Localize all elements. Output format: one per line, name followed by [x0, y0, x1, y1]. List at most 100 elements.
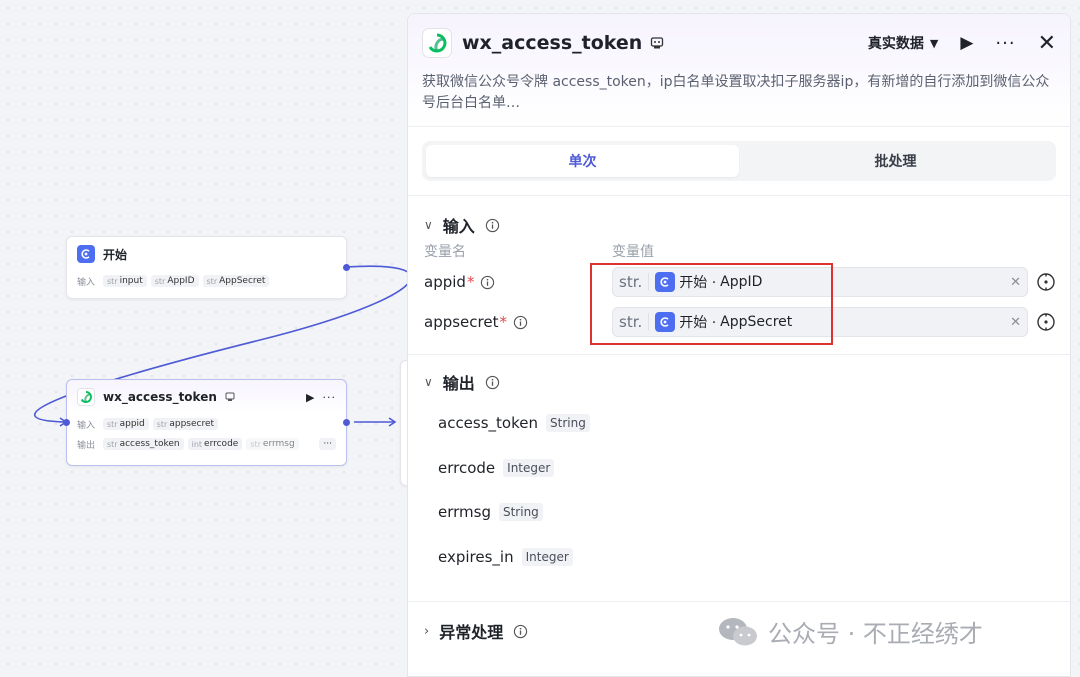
wechat-icon — [422, 28, 452, 58]
more-icon[interactable]: ··· — [995, 33, 1015, 54]
param-chip: str access_token — [103, 438, 184, 450]
start-node-icon — [655, 312, 676, 332]
exception-section-title: 异常处理 — [439, 623, 504, 642]
output-field-type: String — [498, 503, 543, 522]
start-node-header: 开始 — [67, 237, 346, 271]
panel-title: wx_access_token — [462, 32, 643, 54]
panel-top: wx_access_token 真实数据 ▼ ▶ ··· ✕ 获取微信公众号令牌… — [408, 14, 1070, 127]
close-icon[interactable]: ✕ — [1038, 31, 1056, 56]
input-section-title: 输入 — [442, 217, 475, 236]
node-more-icon[interactable]: ··· — [323, 391, 337, 404]
wechat-logo-icon — [719, 617, 757, 645]
col-name-header: 变量名 — [424, 244, 466, 260]
input-section: ∨ 输入 变量名 变量值 appid * str. 开始 · AppID ✕ a… — [408, 196, 1070, 342]
token-node-input-port[interactable] — [63, 419, 70, 426]
chevron-down-icon: ∨ — [424, 218, 433, 232]
info-icon — [513, 315, 528, 329]
chevron-right-icon: › — [424, 623, 430, 639]
start-node-icon — [77, 245, 95, 263]
param-chip: str AppSecret — [202, 275, 270, 287]
start-node-output-port[interactable] — [343, 264, 350, 271]
panel-description: 获取微信公众号令牌 access_token，ip白名单设置取决扣子服务器ip，… — [422, 74, 1050, 111]
param-chip: int errcode — [187, 438, 243, 450]
token-node-input-label: 输入 — [77, 420, 96, 431]
info-icon — [485, 218, 499, 232]
more-outputs-chip[interactable]: ··· — [319, 438, 336, 450]
start-node-icon — [655, 272, 676, 292]
param-chip: str input — [103, 275, 147, 287]
output-field: access_token String — [408, 401, 1070, 446]
token-node-output-label: 输出 — [77, 440, 96, 451]
clear-icon[interactable]: ✕ — [1010, 315, 1021, 330]
output-field-type: Integer — [503, 458, 555, 477]
param-name: appid * — [424, 273, 612, 291]
param-column-headers: 变量名 变量值 — [408, 240, 1070, 262]
run-mode-tabs: 单次 批处理 — [422, 141, 1056, 181]
required-mark: * — [466, 273, 475, 291]
real-data-dropdown[interactable]: 真实数据 ▼ — [868, 33, 938, 53]
param-chip: str appid — [103, 418, 149, 430]
chevron-down-icon: ∨ — [424, 375, 433, 389]
watermark-text: 公众号 · 不正经绣才 — [768, 620, 983, 648]
col-value-header: 变量值 — [612, 244, 654, 260]
token-node-title: wx_access_token — [103, 390, 217, 404]
watermark: 公众号 · 不正经绣才 — [716, 614, 983, 649]
param-name-label: appid — [424, 273, 466, 291]
ref-node: 开始 · — [679, 315, 717, 331]
output-field-name: expires_in — [438, 547, 514, 566]
token-node[interactable]: wx_access_token ▶ ··· 输入 str appid str app… — [63, 379, 350, 466]
token-node-header: wx_access_token ▶ ··· — [67, 380, 346, 414]
output-section-title: 输出 — [442, 374, 475, 393]
variable-reference: 开始 · AppID — [655, 272, 762, 292]
param-chip: str AppID — [150, 275, 199, 287]
start-node[interactable]: 开始 输入 str input str AppID str AppSecret — [66, 236, 350, 299]
output-section-header[interactable]: ∨ 输出 — [408, 367, 1070, 397]
panel-header: wx_access_token 真实数据 ▼ ▶ ··· ✕ — [408, 14, 1070, 72]
param-name: appsecret * — [424, 313, 612, 331]
info-icon — [481, 275, 495, 289]
type-tag: str. — [619, 273, 650, 291]
run-node-icon[interactable]: ▶ — [306, 391, 314, 404]
input-section-header[interactable]: ∨ 输入 — [408, 210, 1070, 240]
start-node-title: 开始 — [103, 247, 128, 262]
plugin-icon — [225, 392, 235, 401]
output-field: expires_in Integer — [408, 535, 1070, 580]
run-icon[interactable]: ▶ — [960, 33, 973, 53]
node-settings-panel: wx_access_token 真实数据 ▼ ▶ ··· ✕ 获取微信公众号令牌… — [407, 13, 1071, 677]
tab-batch[interactable]: 批处理 — [739, 145, 1052, 177]
token-node-outputs: 输出 str access_token int errcode str errmsg … — [67, 434, 346, 454]
output-field-name: access_token — [438, 414, 538, 433]
output-fields: access_token String errcode Integer errmsg… — [408, 397, 1070, 579]
ref-variable: AppID — [720, 274, 763, 290]
info-icon — [514, 624, 528, 638]
param-row-appid: appid * str. 开始 · AppID ✕ — [408, 262, 1070, 302]
caret-down-icon: ▼ — [929, 36, 939, 50]
param-chip: str appsecret — [152, 418, 219, 430]
plugin-icon — [651, 37, 664, 49]
output-field: errcode Integer — [408, 446, 1070, 491]
token-node-inputs: 输入 str appid str appsecret — [67, 414, 346, 434]
output-field-type: Integer — [521, 547, 573, 566]
start-node-row-label: 输入 — [77, 277, 96, 288]
output-field: errmsg String — [408, 490, 1070, 535]
param-row-appsecret: appsecret * str. 开始 · AppSecret ✕ — [408, 302, 1070, 342]
target-icon[interactable] — [1036, 272, 1056, 292]
tab-single[interactable]: 单次 — [426, 145, 739, 177]
start-node-inputs: 输入 str input str AppID str AppSecret — [67, 271, 346, 291]
type-tag: str. — [619, 313, 650, 331]
variable-value-field[interactable]: str. 开始 · AppID ✕ — [612, 267, 1028, 297]
variable-reference: 开始 · AppSecret — [655, 312, 792, 332]
output-section: ∨ 输出 access_token String errcode Integer e… — [408, 355, 1070, 579]
real-data-label: 真实数据 — [867, 36, 924, 52]
ref-variable: AppSecret — [720, 314, 793, 330]
output-field-type: String — [546, 414, 590, 433]
target-icon[interactable] — [1036, 312, 1056, 332]
output-field-name: errmsg — [438, 503, 491, 522]
variable-value-field[interactable]: str. 开始 · AppSecret ✕ — [612, 307, 1028, 337]
token-node-output-port[interactable] — [343, 419, 350, 426]
output-field-name: errcode — [438, 458, 496, 477]
clear-icon[interactable]: ✕ — [1010, 275, 1021, 290]
required-mark: * — [499, 313, 507, 331]
ref-node: 开始 · — [679, 275, 717, 291]
param-name-label: appsecret — [424, 313, 499, 331]
